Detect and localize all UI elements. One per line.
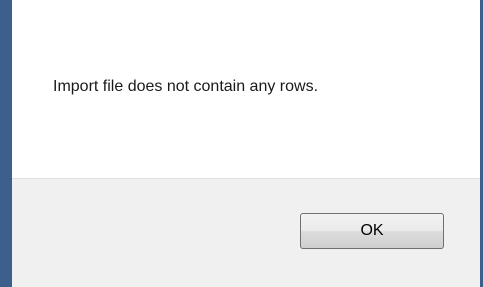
window-border-left xyxy=(0,0,12,287)
dialog-message: Import file does not contain any rows. xyxy=(53,78,319,95)
dialog-content: Import file does not contain any rows. xyxy=(12,0,480,178)
dialog-button-bar: OK xyxy=(12,178,480,287)
message-dialog: Import file does not contain any rows. O… xyxy=(0,0,483,287)
ok-button[interactable]: OK xyxy=(300,213,444,249)
